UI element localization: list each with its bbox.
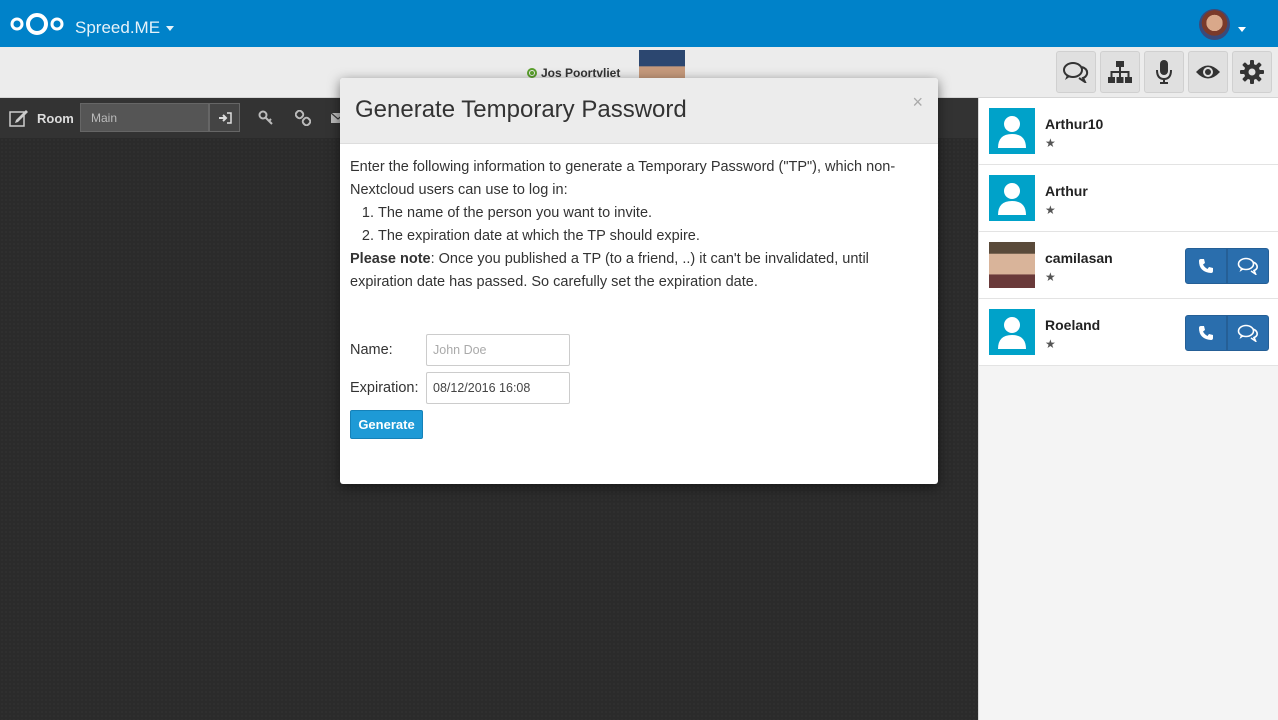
expiration-row: Expiration: [350, 372, 570, 404]
buddy-list: Arthur10 ★ Arthur ★ camilasan ★ Roeland … [978, 98, 1278, 720]
dialog-body: Enter the following information to gener… [340, 144, 938, 306]
default-avatar-icon [989, 309, 1035, 355]
generate-button[interactable]: Generate [350, 410, 423, 439]
default-avatar-icon [989, 108, 1035, 154]
sitemap-icon [1108, 61, 1132, 83]
expiration-input[interactable] [426, 372, 570, 404]
step-item: The name of the person you want to invit… [378, 202, 928, 225]
chat-bubbles-icon [1237, 257, 1258, 275]
user-name: camilasan [1045, 250, 1113, 266]
call-button[interactable] [1185, 315, 1227, 351]
key-icon [258, 110, 273, 125]
join-room-button[interactable] [209, 103, 240, 132]
dialog-header: Generate Temporary Password × [340, 78, 938, 144]
top-header: Spreed.ME [0, 0, 1278, 47]
microphone-button[interactable] [1144, 51, 1184, 93]
sign-in-icon [218, 111, 232, 124]
chat-bubbles-icon [1237, 324, 1258, 342]
dialog-intro: Enter the following information to gener… [350, 159, 896, 198]
settings-button[interactable] [1232, 51, 1272, 93]
camera-toggle-button[interactable] [1188, 51, 1228, 93]
chat-bubbles-icon [1063, 62, 1089, 83]
edit-icon[interactable] [9, 109, 29, 127]
chevron-down-icon [166, 25, 175, 31]
dialog-note: Please note: Once you published a TP (to… [350, 248, 928, 294]
app-name: Spreed.ME [75, 18, 161, 37]
gear-icon [1240, 60, 1264, 84]
step-item: The expiration date at which the TP shou… [378, 225, 928, 248]
user-row[interactable]: camilasan ★ [979, 232, 1278, 299]
star-icon[interactable]: ★ [1045, 203, 1056, 217]
user-name: Arthur [1045, 183, 1088, 199]
user-row[interactable]: Arthur10 ★ [979, 98, 1278, 165]
eye-icon [1196, 65, 1220, 79]
room-label: Room [37, 111, 74, 126]
star-icon[interactable]: ★ [1045, 337, 1056, 351]
steps-list: The name of the person you want to invit… [350, 202, 928, 248]
phone-icon [1199, 326, 1213, 340]
room-link-button[interactable] [293, 109, 313, 127]
user-row[interactable]: Arthur ★ [979, 165, 1278, 232]
room-tree-button[interactable] [1100, 51, 1140, 93]
user-name: Roeland [1045, 317, 1101, 333]
microphone-icon [1156, 60, 1172, 84]
user-menu-chevron-down-icon[interactable] [1238, 27, 1246, 32]
name-label: Name: [350, 342, 393, 358]
call-button[interactable] [1185, 248, 1227, 284]
link-icon [295, 110, 311, 126]
room-key-button[interactable] [256, 109, 276, 127]
phone-icon [1199, 259, 1213, 273]
chat-toggle-button[interactable] [1056, 51, 1096, 93]
app-menu-button[interactable]: Spreed.ME [75, 18, 175, 38]
room-name-input[interactable] [80, 103, 209, 132]
user-row[interactable]: Roeland ★ [979, 299, 1278, 366]
dialog-title: Generate Temporary Password [355, 96, 687, 123]
default-avatar-icon [989, 175, 1035, 221]
star-icon[interactable]: ★ [1045, 136, 1056, 150]
user-avatar[interactable] [1199, 9, 1230, 40]
star-icon[interactable]: ★ [1045, 270, 1056, 284]
user-name: Arthur10 [1045, 116, 1104, 132]
chat-button[interactable] [1227, 315, 1269, 351]
note-label: Please note [350, 251, 431, 267]
nextcloud-logo-icon[interactable] [8, 12, 66, 36]
chat-button[interactable] [1227, 248, 1269, 284]
name-input[interactable] [426, 334, 570, 366]
temporary-password-dialog: Generate Temporary Password × Enter the … [340, 78, 938, 484]
user-photo-avatar [989, 242, 1035, 288]
name-row: Name: [350, 334, 570, 366]
close-icon[interactable]: × [912, 92, 923, 113]
expiration-label: Expiration: [350, 380, 419, 396]
online-status-icon [527, 68, 537, 78]
